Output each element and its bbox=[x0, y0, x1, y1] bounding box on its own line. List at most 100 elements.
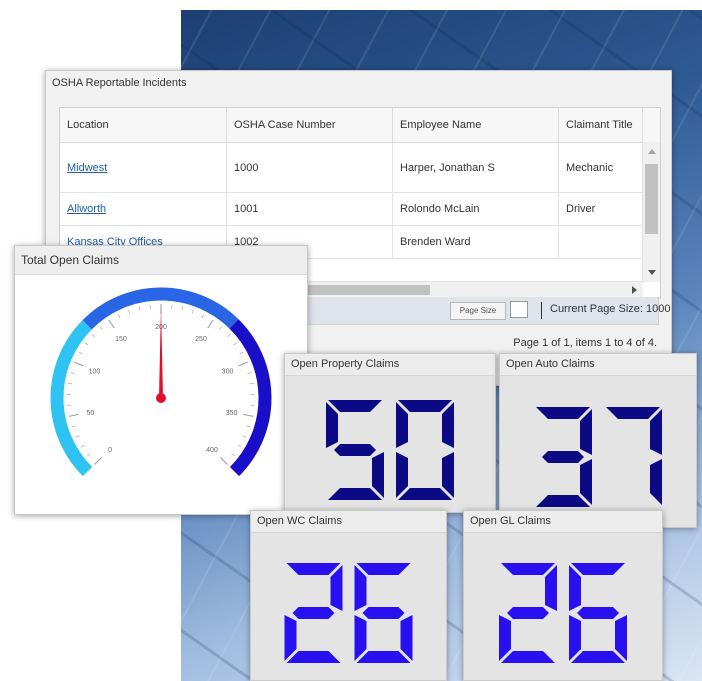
gauge-tick-label: 350 bbox=[226, 410, 238, 417]
digit-segment bbox=[356, 651, 411, 663]
cell-employee-name: Harper, Jonathan S bbox=[393, 143, 559, 192]
scroll-down-arrow-icon[interactable] bbox=[648, 270, 656, 275]
gauge-tick bbox=[246, 425, 251, 428]
open-auto-claims-panel: Open Auto Claims bbox=[499, 353, 697, 528]
digit-segment bbox=[396, 452, 408, 498]
gauge-tick bbox=[108, 319, 115, 329]
gauge-tick-label: 150 bbox=[115, 336, 127, 343]
gauge-tick bbox=[201, 314, 204, 318]
gauge-tick bbox=[249, 382, 254, 385]
gauge-tick bbox=[75, 435, 80, 438]
cell-claimant-title: Mechanic bbox=[559, 143, 643, 192]
page-size-button[interactable]: Page Size bbox=[450, 302, 506, 320]
gauge-tick bbox=[220, 457, 228, 465]
digit-segment bbox=[542, 451, 584, 463]
gauge-tick bbox=[68, 413, 79, 417]
gauge-tick-label: 250 bbox=[195, 336, 207, 343]
digit-segment bbox=[571, 651, 625, 663]
vertical-scrollbar[interactable] bbox=[642, 142, 660, 282]
digit-segment bbox=[354, 565, 367, 611]
gauge-band-high bbox=[229, 319, 272, 477]
digit-segment bbox=[536, 495, 590, 507]
gauge-tick bbox=[181, 306, 184, 311]
horizontal-scroll-thumb[interactable] bbox=[300, 285, 430, 295]
gauge-tick bbox=[219, 326, 223, 330]
gauge-tick bbox=[243, 413, 254, 417]
digit-segment bbox=[334, 444, 376, 456]
gauge-tick bbox=[238, 361, 249, 367]
digit-segment bbox=[569, 565, 581, 611]
gauge-tick bbox=[71, 425, 76, 428]
location-link[interactable]: Allworth bbox=[67, 203, 106, 215]
gauge-tick-label: 400 bbox=[206, 447, 218, 454]
cell-case-number: 1001 bbox=[227, 193, 393, 225]
digit-segment bbox=[650, 409, 662, 455]
current-page-size-text: Current Page Size: 1000 bbox=[550, 303, 671, 315]
cell-location: Allworth bbox=[60, 193, 227, 225]
cell-claimant-title: Driver bbox=[559, 193, 643, 225]
cell-location: Midwest bbox=[60, 143, 227, 192]
column-header-employee-name[interactable]: Employee Name bbox=[393, 108, 559, 142]
wc-claims-value bbox=[284, 563, 413, 663]
open-gl-claims-panel: Open GL Claims bbox=[463, 510, 663, 681]
digit-segment bbox=[326, 402, 338, 448]
open-wc-claims-panel: Open WC Claims bbox=[250, 510, 447, 681]
osha-panel-title: OSHA Reportable Incidents bbox=[46, 71, 671, 95]
digit-segment bbox=[650, 459, 662, 505]
gauge-tick bbox=[70, 372, 75, 374]
digit-segment bbox=[577, 607, 619, 619]
scroll-right-arrow-icon[interactable] bbox=[632, 286, 637, 294]
digit-segment bbox=[356, 563, 411, 575]
digit-segment bbox=[615, 615, 627, 661]
digit-segment bbox=[398, 488, 452, 500]
digit-segment bbox=[400, 615, 413, 661]
gauge-tick bbox=[138, 306, 141, 311]
gauge-title: Total Open Claims bbox=[15, 246, 307, 275]
digit-segment bbox=[442, 402, 454, 448]
gauge-tick bbox=[239, 351, 244, 355]
gauge-tick bbox=[86, 453, 91, 457]
column-header-claimant-title[interactable]: Claimant Title bbox=[559, 108, 643, 142]
digit-segment bbox=[372, 452, 384, 498]
digit-segment bbox=[501, 651, 555, 663]
digit-segment bbox=[606, 407, 660, 419]
gauge-tick bbox=[242, 435, 247, 438]
digit-segment bbox=[292, 607, 335, 619]
gauge-band-low bbox=[50, 320, 93, 477]
page-size-input[interactable] bbox=[510, 301, 528, 318]
gauge-tick bbox=[247, 372, 252, 374]
radial-gauge: 050100150200250300350400 bbox=[50, 287, 272, 477]
gauge-tick bbox=[231, 453, 236, 457]
table-row[interactable]: Allworth 1001 Rolondo McLain Driver bbox=[60, 193, 660, 226]
digit-segment bbox=[499, 615, 511, 661]
gauge-tick-label: 50 bbox=[86, 410, 94, 417]
digit-segment bbox=[362, 607, 405, 619]
cell-claimant-title bbox=[559, 226, 643, 258]
grid-header: Location OSHA Case Number Employee Name … bbox=[60, 108, 660, 143]
digit-segment bbox=[330, 565, 343, 611]
digit-segment bbox=[569, 615, 581, 661]
digit-segment bbox=[580, 459, 592, 505]
gauge-tick bbox=[118, 314, 121, 318]
gauge-tick-label: 300 bbox=[222, 368, 234, 375]
column-header-location[interactable]: Location bbox=[60, 108, 227, 142]
digit-segment bbox=[286, 563, 341, 575]
scroll-up-arrow-icon[interactable] bbox=[648, 149, 656, 154]
vertical-scroll-thumb[interactable] bbox=[645, 164, 658, 234]
table-row[interactable]: Midwest 1000 Harper, Jonathan S Mechanic bbox=[60, 143, 660, 193]
gl-claims-value bbox=[499, 563, 627, 663]
location-link[interactable]: Midwest bbox=[67, 162, 107, 174]
total-open-claims-panel: Total Open Claims 0501001502002503003504… bbox=[14, 245, 308, 515]
open-property-claims-panel: Open Property Claims bbox=[284, 353, 496, 513]
digit-segment bbox=[354, 615, 367, 661]
counter-title: Open Property Claims bbox=[285, 354, 495, 376]
column-header-case-number[interactable]: OSHA Case Number bbox=[227, 108, 393, 142]
gauge-tick-label: 0 bbox=[108, 447, 112, 454]
gauge-tick bbox=[68, 382, 73, 385]
digit-segment bbox=[571, 563, 625, 575]
digit-segment bbox=[536, 407, 590, 419]
digit-segment bbox=[442, 452, 454, 498]
digit-segment bbox=[286, 651, 341, 663]
gauge-tick bbox=[84, 342, 89, 346]
gauge-tick bbox=[128, 309, 131, 314]
